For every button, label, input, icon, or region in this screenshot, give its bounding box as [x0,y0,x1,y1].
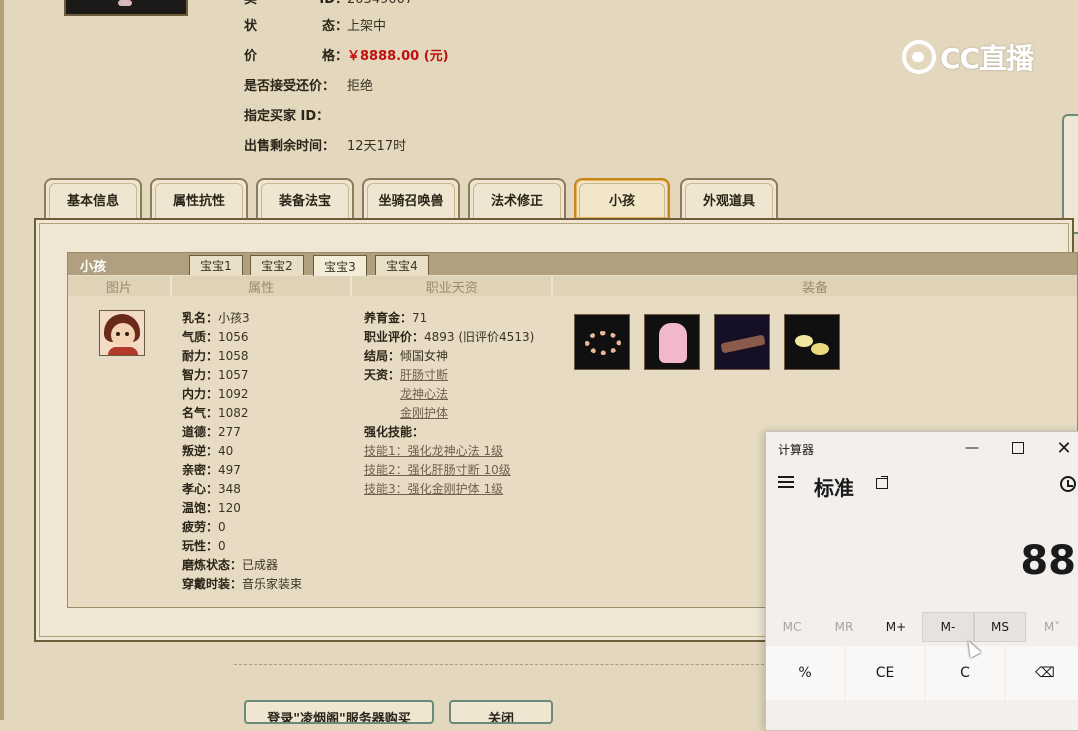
skill-link-2[interactable]: 技能2：强化肝肠寸断 10级 [364,463,511,477]
tab-mounts-pets[interactable]: 坐骑召唤兽 [362,178,460,218]
remaining-row: 出售剩余时间： 12天17时 [244,139,407,154]
character-avatar [64,0,188,16]
attribute-row: 亲密：497 [182,463,241,477]
history-icon[interactable] [1060,476,1076,492]
eval-row: 职业评价：4893 (旧评价4513) [364,330,535,344]
attribute-row: 玩性：0 [182,539,226,553]
attribute-row: 孝心：348 [182,482,241,496]
minimize-button[interactable]: — [949,432,995,464]
attribute-row: 温饱：120 [182,501,241,515]
pink-dress-icon [659,323,687,363]
flower-wreath-icon [585,331,621,355]
tab-attributes[interactable]: 属性抗性 [150,178,248,218]
calculator-window: 计算器 — ✕ 标准 88 MC MR M+ M- MS M˅ % CE C ⌫ [765,431,1078,731]
divider [234,664,774,665]
memory-list-button[interactable]: M˅ [1026,612,1078,642]
tab-equipment[interactable]: 装备法宝 [256,178,354,218]
memory-clear-button[interactable]: MC [766,612,818,642]
col-attributes: 属性 [171,276,353,296]
hamburger-menu-icon[interactable] [778,476,796,490]
memory-recall-button[interactable]: MR [818,612,870,642]
skill-link-3[interactable]: 技能3：强化金刚护体 1级 [364,482,503,496]
child-portrait [99,310,145,356]
col-equipment: 装备 [553,276,1077,296]
calculator-display: 88 [1020,538,1076,584]
attribute-row: 疲劳：0 [182,520,226,534]
talent-link-1[interactable]: 肝肠寸断 [400,368,448,382]
attribute-row: 名气：1082 [182,406,249,420]
memory-subtract-button[interactable]: M- [922,612,974,642]
attribute-row: 道德：277 [182,425,241,439]
tab-appearance[interactable]: 外观道具 [680,178,778,218]
tab-basic-info[interactable]: 基本信息 [44,178,142,218]
attribute-row: 智力：1057 [182,368,249,382]
maximize-icon [1012,442,1024,454]
equip-slot-2[interactable] [644,314,700,370]
equip-slot-3[interactable] [714,314,770,370]
tab-spell-correction[interactable]: 法术修正 [468,178,566,218]
clear-entry-key[interactable]: CE [846,646,924,700]
talent-link-3[interactable]: 金刚护体 [400,406,448,420]
clear-key[interactable]: C [926,646,1004,700]
cc-live-logo: CC直播 [902,38,1034,76]
guzheng-icon [720,334,766,354]
tab-child[interactable]: 小孩 [574,178,670,218]
status-value: 上架中 [347,19,387,34]
attribute-row: 耐力：1058 [182,349,249,363]
talent-row: 天资：肝肠寸断 [364,368,449,382]
subtab-baby-3[interactable]: 宝宝3 [313,255,367,276]
maximize-button[interactable] [995,432,1041,464]
minimize-icon: — [965,440,979,456]
login-buy-button[interactable]: 登录"凌烟阁"服务器购买✖ [244,700,434,724]
attribute-row: 乳名：小孩3 [182,311,250,325]
backspace-key[interactable]: ⌫ [1006,646,1078,700]
id-row: 卖ID： 20349007 [244,0,413,8]
col-career: 职业天资 [352,276,554,296]
bargain-row: 是否接受还价： 拒绝 [244,79,374,94]
attribute-row: 磨炼状态：已成器 [182,558,279,572]
attribute-row: 内力：1092 [182,387,249,401]
side-decor-1 [1062,114,1078,234]
memory-store-button[interactable]: MS [974,612,1026,642]
child-section-header: 小孩 宝宝1 宝宝2 宝宝3 宝宝4 [68,253,1077,276]
attribute-row: 气质：1056 [182,330,249,344]
cc-logo-icon [902,40,936,74]
price-row: 价格： ￥8888.00 (元) [244,49,449,64]
equip-slot-1[interactable] [574,314,630,370]
ending-row: 结局：倾国女神 [364,349,449,363]
skills-label: 强化技能： [364,425,425,439]
close-window-button[interactable]: ✕ [1041,432,1078,464]
calculator-titlebar: 计算器 — ✕ [766,432,1078,464]
attribute-row: 穿戴时装：音乐家装束 [182,577,303,591]
close-icon: ✕ [1056,437,1072,459]
close-mark-icon: ✖ [431,706,432,720]
key-row: % CE C ⌫ [766,646,1078,700]
shoes-icon [795,335,813,347]
status-row: 状态： 上架中 [244,19,387,34]
close-mark-icon: ✖ [550,706,551,720]
memory-add-button[interactable]: M+ [870,612,922,642]
memory-row: MC MR M+ M- MS M˅ [766,612,1078,642]
child-table-header: 图片 属性 职业天资 装备 [68,275,1077,297]
subtab-baby-1[interactable]: 宝宝1 [189,255,243,275]
subtab-baby-4[interactable]: 宝宝4 [375,255,429,275]
attribute-row: 叛逆：40 [182,444,234,458]
page-left-border [0,0,4,720]
fund-row: 养育金：71 [364,311,428,325]
talent-link-2[interactable]: 龙神心法 [400,387,448,401]
subtab-baby-2[interactable]: 宝宝2 [250,255,304,275]
skill-link-1[interactable]: 技能1：强化龙神心法 1级 [364,444,503,458]
buyer-row: 指定买家 ID： [244,109,330,124]
child-section-title: 小孩 [80,260,107,275]
calculator-mode: 标准 [814,476,854,500]
price-value: ￥8888.00 (元) [347,49,449,64]
close-button[interactable]: 关闭✖ [449,700,553,724]
equip-slot-4[interactable] [784,314,840,370]
keep-on-top-icon[interactable] [876,476,890,490]
col-image: 图片 [68,276,172,296]
percent-key[interactable]: % [766,646,844,700]
calculator-title: 计算器 [778,443,815,457]
